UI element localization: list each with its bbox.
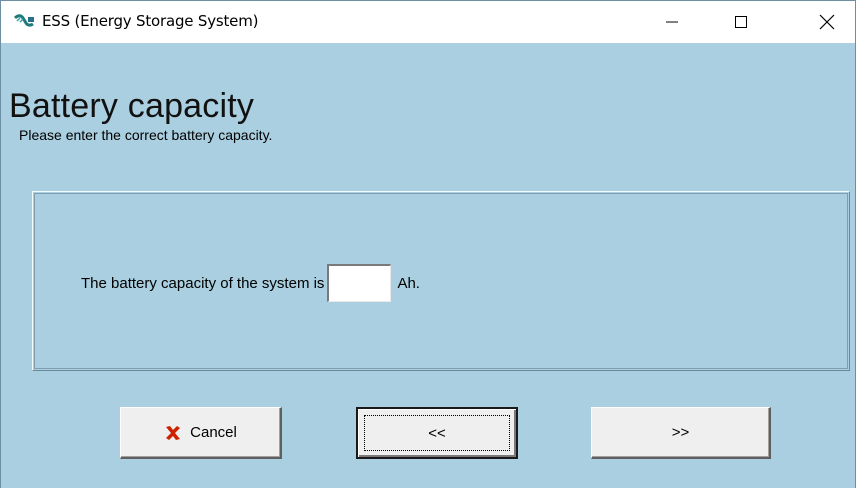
capacity-input[interactable] — [327, 264, 392, 302]
capacity-label: The battery capacity of the system is — [81, 274, 325, 292]
close-icon — [819, 14, 835, 30]
capacity-unit: Ah. — [397, 274, 420, 292]
ess-app-icon — [13, 14, 36, 30]
maximize-button[interactable] — [718, 1, 764, 43]
cancel-x-icon — [164, 424, 182, 442]
cancel-button[interactable]: Cancel — [120, 407, 282, 459]
minimize-button[interactable] — [649, 1, 695, 43]
next-button[interactable]: >> — [591, 407, 771, 459]
minimize-icon — [666, 21, 678, 23]
window-title: ESS (Energy Storage System) — [42, 12, 259, 30]
back-button[interactable]: << — [356, 407, 518, 459]
page-subtitle: Please enter the correct battery capacit… — [19, 127, 273, 143]
close-button[interactable] — [804, 1, 850, 43]
capacity-panel: The battery capacity of the system is Ah… — [32, 191, 850, 371]
capacity-row: The battery capacity of the system is Ah… — [81, 264, 420, 302]
page-title: Battery capacity — [9, 87, 255, 125]
focus-rectangle — [364, 415, 510, 451]
title-bar[interactable]: ESS (Energy Storage System) — [1, 1, 855, 43]
app-window: ESS (Energy Storage System) Battery capa… — [0, 0, 856, 488]
next-label: >> — [671, 424, 690, 441]
cancel-label: Cancel — [190, 424, 237, 441]
maximize-icon — [735, 16, 747, 28]
